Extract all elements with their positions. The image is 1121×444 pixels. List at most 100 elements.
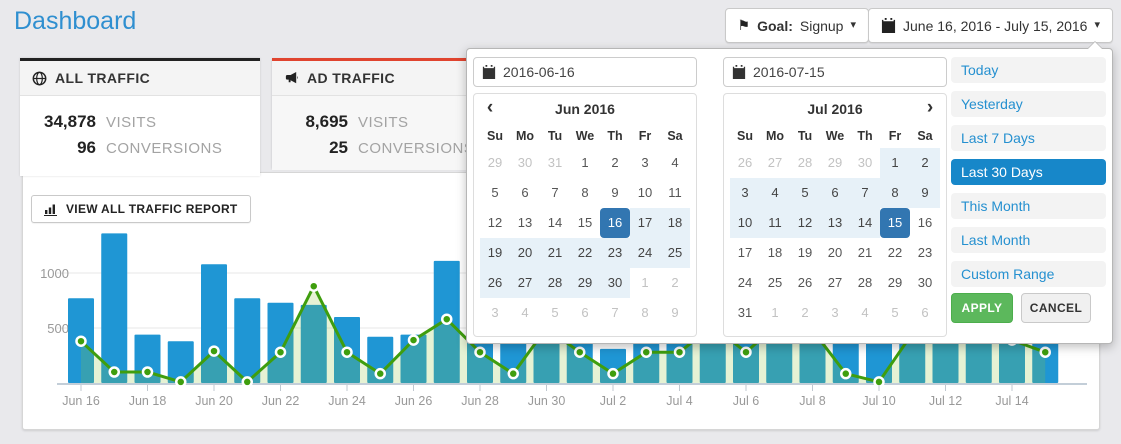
date-cell[interactable]: 5 [540, 298, 570, 328]
date-cell[interactable]: 11 [760, 208, 790, 238]
date-cell[interactable]: 28 [790, 148, 820, 178]
date-cell[interactable]: 3 [820, 298, 850, 328]
date-cell[interactable]: 26 [480, 268, 510, 298]
date-cell-selected[interactable]: 15 [880, 208, 910, 238]
date-cell[interactable]: 4 [760, 178, 790, 208]
date-cell[interactable]: 8 [570, 178, 600, 208]
date-cell[interactable]: 3 [480, 298, 510, 328]
date-cell[interactable]: 2 [600, 148, 630, 178]
date-cell[interactable]: 18 [760, 238, 790, 268]
date-cell[interactable]: 27 [820, 268, 850, 298]
date-cell[interactable]: 29 [880, 268, 910, 298]
date-cell[interactable]: 31 [730, 298, 760, 328]
date-cell[interactable]: 2 [910, 148, 940, 178]
goal-dropdown-button[interactable]: ⚑ Goal: Signup ▾ [725, 8, 869, 43]
apply-button[interactable]: APPLY [951, 293, 1013, 323]
date-cell[interactable]: 21 [850, 238, 880, 268]
date-cell[interactable]: 31 [540, 148, 570, 178]
date-cell[interactable]: 30 [510, 148, 540, 178]
date-cell[interactable]: 1 [760, 298, 790, 328]
prev-month-icon[interactable]: ‹ [478, 94, 502, 124]
date-cell[interactable]: 19 [480, 238, 510, 268]
card-all-traffic[interactable]: ALL TRAFFIC 34,878 VISITS 96 CONVERSIONS [20, 58, 260, 176]
start-date-input[interactable] [503, 64, 688, 80]
date-cell[interactable]: 2 [790, 298, 820, 328]
next-month-icon[interactable]: › [918, 94, 942, 124]
date-cell[interactable]: 28 [850, 268, 880, 298]
date-cell[interactable]: 30 [850, 148, 880, 178]
date-cell[interactable]: 24 [730, 268, 760, 298]
date-cell[interactable]: 6 [910, 298, 940, 328]
date-cell[interactable]: 1 [570, 148, 600, 178]
date-cell[interactable]: 17 [630, 208, 660, 238]
date-cell[interactable]: 12 [790, 208, 820, 238]
preset-last-month[interactable]: Last Month [951, 227, 1106, 253]
date-range-button[interactable]: June 16, 2016 - July 15, 2016 ▾ [868, 8, 1113, 43]
preset-yesterday[interactable]: Yesterday [951, 91, 1106, 117]
date-cell[interactable]: 9 [600, 178, 630, 208]
date-cell[interactable]: 9 [910, 178, 940, 208]
end-date-input[interactable] [753, 64, 938, 80]
date-cell[interactable]: 20 [510, 238, 540, 268]
preset-last-30-days[interactable]: Last 30 Days [951, 159, 1106, 185]
date-cell[interactable]: 28 [540, 268, 570, 298]
preset-last-7-days[interactable]: Last 7 Days [951, 125, 1106, 151]
date-cell[interactable]: 22 [880, 238, 910, 268]
date-cell[interactable]: 14 [850, 208, 880, 238]
date-cell[interactable]: 27 [760, 148, 790, 178]
date-cell[interactable]: 26 [730, 148, 760, 178]
date-cell[interactable]: 14 [540, 208, 570, 238]
date-cell[interactable]: 11 [660, 178, 690, 208]
date-cell[interactable]: 1 [880, 148, 910, 178]
date-cell[interactable]: 29 [480, 148, 510, 178]
date-cell[interactable]: 6 [820, 178, 850, 208]
date-cell[interactable]: 5 [880, 298, 910, 328]
date-cell[interactable]: 15 [570, 208, 600, 238]
date-cell[interactable]: 8 [630, 298, 660, 328]
date-cell[interactable]: 5 [790, 178, 820, 208]
date-cell[interactable]: 29 [570, 268, 600, 298]
date-cell[interactable]: 3 [630, 148, 660, 178]
date-cell[interactable]: 20 [820, 238, 850, 268]
date-cell[interactable]: 12 [480, 208, 510, 238]
date-cell[interactable]: 9 [660, 298, 690, 328]
preset-this-month[interactable]: This Month [951, 193, 1106, 219]
date-cell[interactable]: 8 [880, 178, 910, 208]
date-cell[interactable]: 3 [730, 178, 760, 208]
date-cell[interactable]: 4 [850, 298, 880, 328]
preset-today[interactable]: Today [951, 57, 1106, 83]
preset-custom-range[interactable]: Custom Range [951, 261, 1106, 287]
date-cell[interactable]: 6 [570, 298, 600, 328]
date-cell[interactable]: 25 [660, 238, 690, 268]
date-cell[interactable]: 23 [910, 238, 940, 268]
date-cell[interactable]: 29 [820, 148, 850, 178]
date-cell-selected[interactable]: 16 [600, 208, 630, 238]
date-cell[interactable]: 30 [600, 268, 630, 298]
cancel-button[interactable]: CANCEL [1021, 293, 1091, 323]
date-cell[interactable]: 1 [630, 268, 660, 298]
date-cell[interactable]: 22 [570, 238, 600, 268]
date-cell[interactable]: 4 [510, 298, 540, 328]
date-cell[interactable]: 5 [480, 178, 510, 208]
date-cell[interactable]: 25 [760, 268, 790, 298]
date-cell[interactable]: 7 [850, 178, 880, 208]
date-cell[interactable]: 2 [660, 268, 690, 298]
date-cell[interactable]: 7 [600, 298, 630, 328]
date-cell[interactable]: 24 [630, 238, 660, 268]
date-cell[interactable]: 21 [540, 238, 570, 268]
view-all-traffic-report-button[interactable]: VIEW ALL TRAFFIC REPORT [31, 195, 251, 223]
date-cell[interactable]: 19 [790, 238, 820, 268]
date-cell[interactable]: 10 [730, 208, 760, 238]
date-cell[interactable]: 30 [910, 268, 940, 298]
date-cell[interactable]: 13 [510, 208, 540, 238]
date-cell[interactable]: 27 [510, 268, 540, 298]
date-cell[interactable]: 18 [660, 208, 690, 238]
date-cell[interactable]: 6 [510, 178, 540, 208]
date-cell[interactable]: 16 [910, 208, 940, 238]
date-cell[interactable]: 26 [790, 268, 820, 298]
date-cell[interactable]: 23 [600, 238, 630, 268]
date-cell[interactable]: 7 [540, 178, 570, 208]
date-cell[interactable]: 17 [730, 238, 760, 268]
date-cell[interactable]: 10 [630, 178, 660, 208]
date-cell[interactable]: 4 [660, 148, 690, 178]
